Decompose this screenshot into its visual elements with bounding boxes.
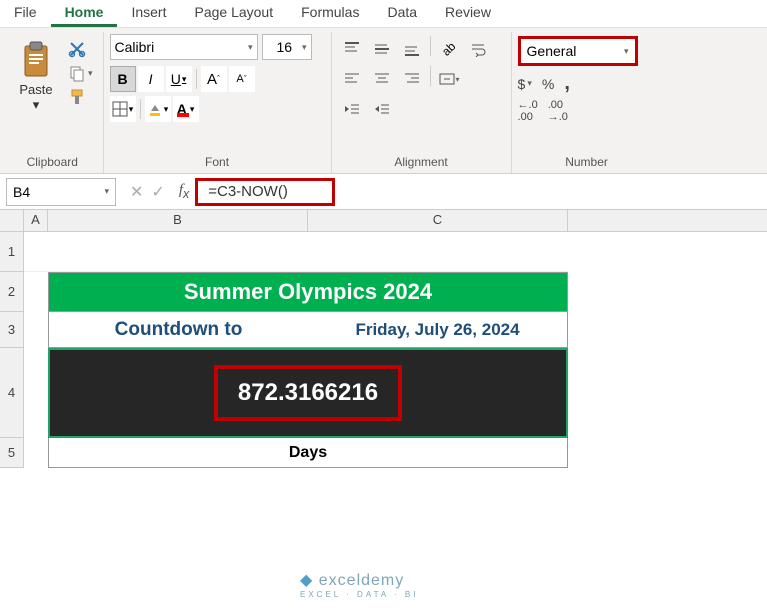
comma-format-button[interactable]: , bbox=[564, 72, 570, 95]
group-label-clipboard: Clipboard bbox=[8, 151, 97, 171]
tab-data[interactable]: Data bbox=[373, 0, 431, 27]
font-name-select[interactable]: Calibri▾ bbox=[110, 34, 258, 60]
fill-color-button[interactable]: ▾ bbox=[145, 96, 171, 122]
tab-review[interactable]: Review bbox=[431, 0, 505, 27]
align-right-button[interactable] bbox=[398, 66, 426, 92]
formula-input[interactable]: =C3-NOW() bbox=[195, 178, 335, 206]
group-clipboard: Paste ▾ ▾ Clipboard bbox=[2, 32, 104, 173]
countdown-value-cell[interactable]: 872.3166216 bbox=[48, 348, 568, 438]
row-header-2[interactable]: 2 bbox=[0, 272, 24, 312]
merge-center-button[interactable]: ▾ bbox=[435, 66, 463, 92]
wrap-text-button[interactable] bbox=[465, 36, 493, 62]
fx-icon[interactable]: fx bbox=[173, 182, 195, 201]
bold-button[interactable]: B bbox=[110, 66, 136, 92]
col-header-B[interactable]: B bbox=[48, 210, 308, 231]
select-all-corner[interactable] bbox=[0, 210, 24, 231]
decrease-indent-button[interactable] bbox=[338, 96, 366, 122]
row-header-4[interactable]: 4 bbox=[0, 348, 24, 438]
align-middle-button[interactable] bbox=[368, 36, 396, 62]
accept-formula-icon[interactable]: ✓ bbox=[151, 182, 164, 202]
shrink-font-button[interactable]: Aˇ bbox=[229, 66, 255, 92]
col-header-A[interactable]: A bbox=[24, 210, 48, 231]
cut-button[interactable] bbox=[68, 40, 93, 58]
worksheet-grid: A B C 1 2 3 4 5 Summer Olympics 2024 Cou… bbox=[0, 210, 767, 468]
font-color-button[interactable]: A▾ bbox=[173, 96, 199, 122]
group-alignment: ab ▾ Alignment bbox=[332, 32, 512, 173]
countdown-value-highlight: 872.3166216 bbox=[214, 365, 402, 421]
percent-format-button[interactable]: % bbox=[542, 76, 554, 92]
tab-page-layout[interactable]: Page Layout bbox=[180, 0, 287, 27]
empty-row-1[interactable] bbox=[24, 232, 568, 272]
unit-cell[interactable]: Days bbox=[48, 438, 568, 468]
row-header-1[interactable]: 1 bbox=[0, 232, 24, 272]
col-header-C[interactable]: C bbox=[308, 210, 568, 231]
font-size-select[interactable]: 16▾ bbox=[262, 34, 312, 60]
increase-indent-button[interactable] bbox=[368, 96, 396, 122]
align-center-button[interactable] bbox=[368, 66, 396, 92]
increase-decimal-button[interactable]: ←.0.00 bbox=[518, 99, 538, 123]
align-bottom-button[interactable] bbox=[398, 36, 426, 62]
align-top-button[interactable] bbox=[338, 36, 366, 62]
paste-label: Paste bbox=[19, 82, 52, 97]
group-label-alignment: Alignment bbox=[338, 151, 505, 171]
grow-font-button[interactable]: Aˆ bbox=[201, 66, 227, 92]
borders-button[interactable]: ▾ bbox=[110, 96, 136, 122]
tab-file[interactable]: File bbox=[0, 0, 51, 27]
cancel-formula-icon[interactable]: ✕ bbox=[130, 182, 143, 202]
copy-button[interactable]: ▾ bbox=[68, 64, 93, 82]
italic-button[interactable]: I bbox=[138, 66, 164, 92]
tab-formulas[interactable]: Formulas bbox=[287, 0, 373, 27]
formula-bar: B4▾ ✕ ✓ fx =C3-NOW() bbox=[0, 174, 767, 210]
group-font: Calibri▾ 16▾ B I U▾ Aˆ Aˇ ▾ ▾ A▾ Font bbox=[104, 32, 332, 173]
decrease-decimal-button[interactable]: .00→.0 bbox=[548, 99, 568, 123]
format-painter-button[interactable] bbox=[68, 88, 93, 106]
underline-button[interactable]: U▾ bbox=[166, 66, 192, 92]
number-format-select[interactable]: General▾ bbox=[518, 36, 638, 66]
tab-insert[interactable]: Insert bbox=[117, 0, 180, 27]
paste-button[interactable]: Paste ▾ bbox=[8, 34, 64, 113]
tab-home[interactable]: Home bbox=[51, 0, 118, 27]
paste-dropdown-icon[interactable]: ▾ bbox=[33, 97, 40, 113]
target-date-cell[interactable]: Friday, July 26, 2024 bbox=[308, 312, 567, 347]
name-box[interactable]: B4▾ bbox=[6, 178, 116, 206]
title-cell[interactable]: Summer Olympics 2024 bbox=[48, 272, 568, 312]
orientation-button[interactable]: ab bbox=[435, 36, 463, 62]
row-header-5[interactable]: 5 bbox=[0, 438, 24, 468]
align-left-button[interactable] bbox=[338, 66, 366, 92]
accounting-format-button[interactable]: $ ▾ bbox=[518, 76, 532, 92]
ribbon: Paste ▾ ▾ Clipboard Calibri▾ 16▾ B I U▾ … bbox=[0, 28, 767, 174]
countdown-label-cell[interactable]: Countdown to bbox=[49, 312, 308, 347]
watermark: ◆ exceldemy EXCEL · DATA · BI bbox=[300, 570, 418, 599]
group-label-font: Font bbox=[110, 151, 325, 171]
row-header-3[interactable]: 3 bbox=[0, 312, 24, 348]
group-number: General▾ $ ▾ % , ←.0.00 .00→.0 Number bbox=[512, 32, 662, 173]
group-label-number: Number bbox=[518, 151, 656, 171]
